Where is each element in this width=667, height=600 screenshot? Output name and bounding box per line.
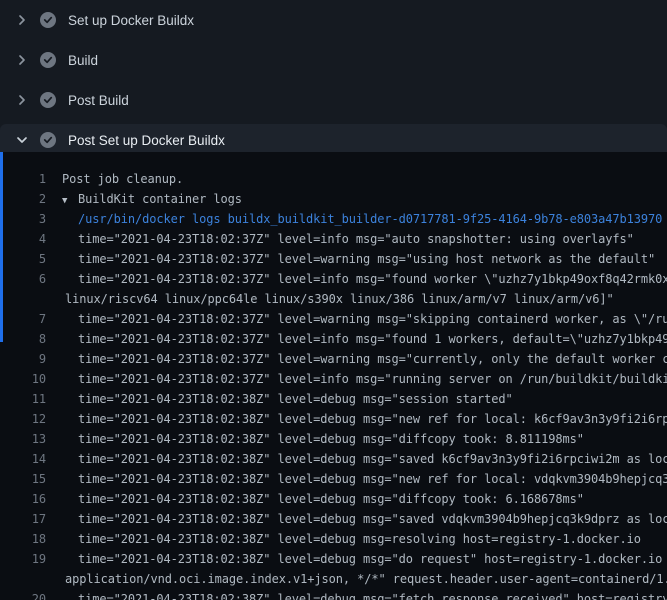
log-line: 17time="2021-04-23T18:02:38Z" level=debu… xyxy=(0,509,667,529)
log-text: time="2021-04-23T18:02:37Z" level=info m… xyxy=(46,369,667,389)
log-text: time="2021-04-23T18:02:37Z" level=warnin… xyxy=(46,349,667,369)
log-text: application/vnd.oci.image.index.v1+json,… xyxy=(46,569,667,589)
focused-step-accent-bar xyxy=(0,152,3,342)
log-line: 15time="2021-04-23T18:02:38Z" level=debu… xyxy=(0,469,667,489)
group-collapse-toggle-icon[interactable]: ▼ xyxy=(62,191,78,209)
line-number[interactable]: 9 xyxy=(0,349,46,369)
log-group-header[interactable]: ▼BuildKit container logs xyxy=(46,189,242,209)
log-line-wrap: linux/riscv64 linux/ppc64le linux/s390x … xyxy=(0,289,667,309)
log-text: time="2021-04-23T18:02:37Z" level=info m… xyxy=(46,269,667,289)
log-text: time="2021-04-23T18:02:37Z" level=info m… xyxy=(46,329,667,349)
log-text: time="2021-04-23T18:02:38Z" level=debug … xyxy=(46,529,641,549)
line-number[interactable]: 18 xyxy=(0,529,46,549)
chevron-down-icon xyxy=(14,132,30,148)
check-circle-icon xyxy=(40,52,56,68)
log-text: time="2021-04-23T18:02:38Z" level=debug … xyxy=(46,449,667,469)
line-number[interactable]: 1 xyxy=(0,169,46,189)
log-lines: 1Post job cleanup.2▼BuildKit container l… xyxy=(0,169,667,600)
log-area: 1Post job cleanup.2▼BuildKit container l… xyxy=(0,152,667,600)
log-text: time="2021-04-23T18:02:37Z" level=warnin… xyxy=(46,249,655,269)
log-line: 1Post job cleanup. xyxy=(0,169,667,189)
log-line: 20time="2021-04-23T18:02:38Z" level=debu… xyxy=(0,589,667,600)
line-number[interactable]: 5 xyxy=(0,249,46,269)
line-number[interactable]: 6 xyxy=(0,269,46,289)
step-title: Build xyxy=(68,53,98,68)
step-row-build[interactable]: Build xyxy=(0,40,667,80)
line-number[interactable]: 4 xyxy=(0,229,46,249)
log-line: 10time="2021-04-23T18:02:37Z" level=info… xyxy=(0,369,667,389)
line-number[interactable]: 3 xyxy=(0,209,46,229)
line-number xyxy=(0,569,46,589)
log-text: time="2021-04-23T18:02:37Z" level=info m… xyxy=(46,229,634,249)
check-circle-icon xyxy=(40,92,56,108)
log-text: linux/riscv64 linux/ppc64le linux/s390x … xyxy=(46,289,614,309)
log-line: 19time="2021-04-23T18:02:38Z" level=debu… xyxy=(0,549,667,569)
log-text: time="2021-04-23T18:02:38Z" level=debug … xyxy=(46,409,667,429)
log-line: 6time="2021-04-23T18:02:37Z" level=info … xyxy=(0,269,667,289)
log-text: time="2021-04-23T18:02:38Z" level=debug … xyxy=(46,549,667,569)
log-text: time="2021-04-23T18:02:37Z" level=warnin… xyxy=(46,309,667,329)
line-number[interactable]: 17 xyxy=(0,509,46,529)
line-number[interactable]: 7 xyxy=(0,309,46,329)
log-text: time="2021-04-23T18:02:38Z" level=debug … xyxy=(46,469,667,489)
line-number[interactable]: 13 xyxy=(0,429,46,449)
log-text: time="2021-04-23T18:02:38Z" level=debug … xyxy=(46,429,584,449)
line-number[interactable]: 20 xyxy=(0,589,46,600)
steps-list: Set up Docker Buildx Build Post Build Post … xyxy=(0,0,667,156)
line-number[interactable]: 8 xyxy=(0,329,46,349)
line-number[interactable]: 15 xyxy=(0,469,46,489)
step-title: Post Set up Docker Buildx xyxy=(68,133,225,148)
log-text: time="2021-04-23T18:02:38Z" level=debug … xyxy=(46,489,584,509)
log-line: 14time="2021-04-23T18:02:38Z" level=debu… xyxy=(0,449,667,469)
line-number xyxy=(0,289,46,309)
log-line: 7time="2021-04-23T18:02:37Z" level=warni… xyxy=(0,309,667,329)
log-text: time="2021-04-23T18:02:38Z" level=debug … xyxy=(46,389,513,409)
log-text: time="2021-04-23T18:02:38Z" level=debug … xyxy=(46,509,667,529)
check-circle-icon xyxy=(40,132,56,148)
chevron-right-icon xyxy=(14,52,30,68)
line-number[interactable]: 16 xyxy=(0,489,46,509)
log-line: 9time="2021-04-23T18:02:37Z" level=warni… xyxy=(0,349,667,369)
chevron-right-icon xyxy=(14,92,30,108)
log-text: time="2021-04-23T18:02:38Z" level=debug … xyxy=(46,589,667,600)
log-line: 18time="2021-04-23T18:02:38Z" level=debu… xyxy=(0,529,667,549)
step-title: Post Build xyxy=(68,93,129,108)
log-group-label[interactable]: BuildKit container logs xyxy=(78,192,242,206)
step-title: Set up Docker Buildx xyxy=(68,13,194,28)
line-number[interactable]: 11 xyxy=(0,389,46,409)
step-row-set-up-docker-buildx[interactable]: Set up Docker Buildx xyxy=(0,0,667,40)
line-number[interactable]: 10 xyxy=(0,369,46,389)
log-line: 13time="2021-04-23T18:02:38Z" level=debu… xyxy=(0,429,667,449)
log-text: Post job cleanup. xyxy=(46,169,183,189)
line-number[interactable]: 2 xyxy=(0,189,46,209)
line-number[interactable]: 12 xyxy=(0,409,46,429)
log-line: 2▼BuildKit container logs xyxy=(0,189,667,209)
command-text: /usr/bin/docker logs buildx_buildkit_bui… xyxy=(46,209,662,229)
log-line: 4time="2021-04-23T18:02:37Z" level=info … xyxy=(0,229,667,249)
line-number[interactable]: 19 xyxy=(0,549,46,569)
log-line: 5time="2021-04-23T18:02:37Z" level=warni… xyxy=(0,249,667,269)
step-row-post-build[interactable]: Post Build xyxy=(0,80,667,120)
log-line: 11time="2021-04-23T18:02:38Z" level=debu… xyxy=(0,389,667,409)
log-line: 16time="2021-04-23T18:02:38Z" level=debu… xyxy=(0,489,667,509)
log-line: 8time="2021-04-23T18:02:37Z" level=info … xyxy=(0,329,667,349)
line-number[interactable]: 14 xyxy=(0,449,46,469)
log-line-wrap: application/vnd.oci.image.index.v1+json,… xyxy=(0,569,667,589)
log-line: 12time="2021-04-23T18:02:38Z" level=debu… xyxy=(0,409,667,429)
check-circle-icon xyxy=(40,12,56,28)
log-line: 3/usr/bin/docker logs buildx_buildkit_bu… xyxy=(0,209,667,229)
chevron-right-icon xyxy=(14,12,30,28)
